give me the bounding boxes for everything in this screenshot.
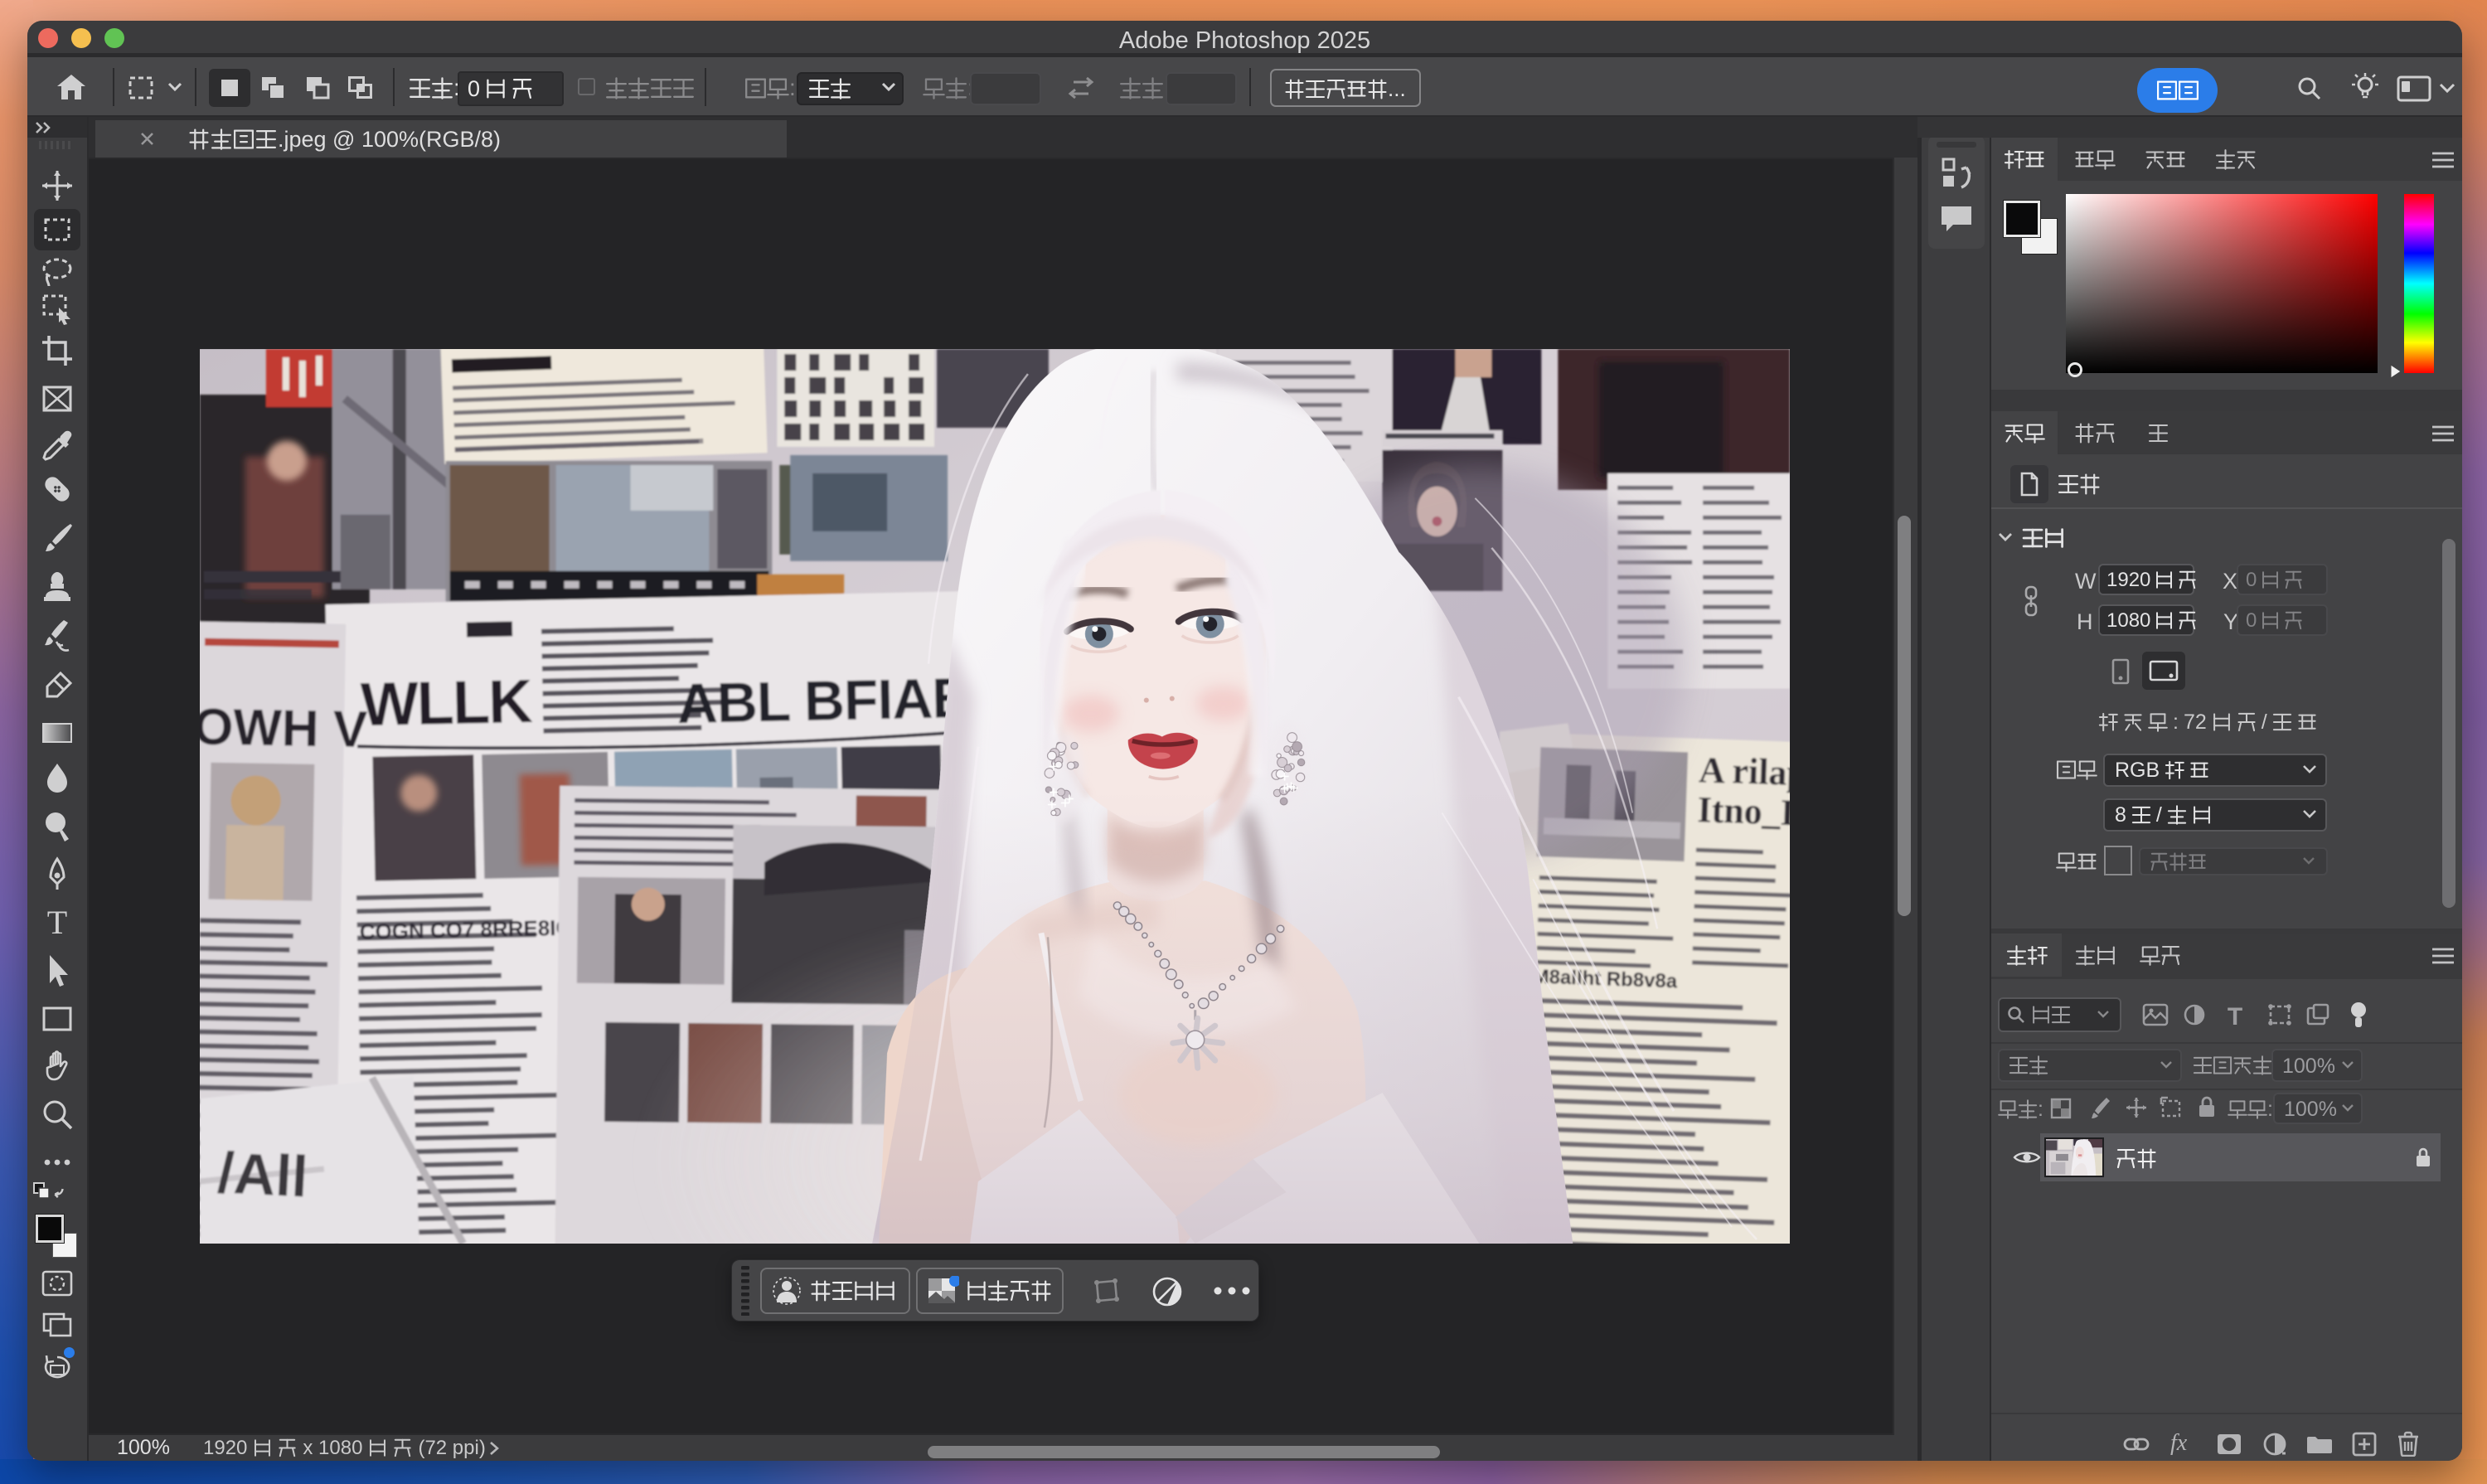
svg-text:T: T [47,904,67,940]
svg-text:WLLK: WLLK [360,667,533,739]
svg-text:Itno_Ila: Itno_Ila [1697,789,1790,834]
svg-text:OWH V: OWH V [200,698,368,759]
svg-text:COGN CO7 8RRE8ICE: COGN CO7 8RRE8ICE [359,914,585,944]
svg-text:/All: /All [216,1140,310,1210]
svg-text:ABL BFIAE: ABL BFIAE [676,667,969,735]
svg-text:A rilaps: A rilaps [1699,749,1790,794]
